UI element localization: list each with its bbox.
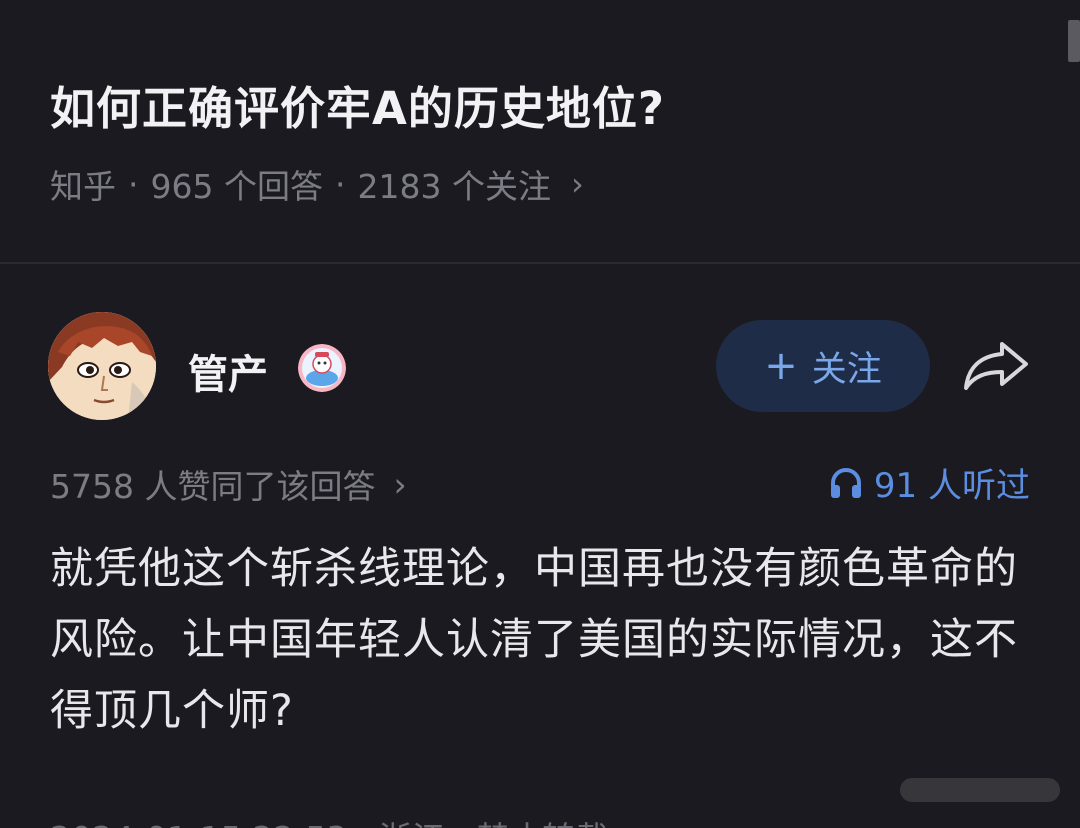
answer-footer-meta: 2024-01-15 22:53 · 浙江 · 禁止转载 bbox=[50, 812, 608, 828]
meta-separator: · bbox=[334, 164, 346, 204]
follow-label: 关注 bbox=[811, 349, 882, 390]
author-name[interactable]: 管产 bbox=[188, 342, 268, 400]
answers-count: 965 个回答 bbox=[150, 167, 323, 206]
followers-count: 2183 个关注 bbox=[357, 167, 551, 206]
headphones-icon bbox=[830, 467, 861, 498]
chevron-right-icon: › bbox=[393, 464, 407, 504]
answer-page: 如何正确评价牢A的历史地位? 知乎 · 965 个回答 · 2183 个关注 ›… bbox=[0, 0, 1080, 828]
creator-badge-icon bbox=[298, 344, 346, 392]
answer-text[interactable]: 就凭他这个斩杀线理论，中国再也没有颜色革命的风险。让中国年轻人认清了美国的实际情… bbox=[50, 534, 1040, 747]
votes-count[interactable]: 5758 人赞同了该回答 › bbox=[50, 460, 407, 508]
share-icon[interactable] bbox=[962, 336, 1032, 396]
listen-label: 91 人听过 bbox=[873, 466, 1030, 506]
question-title[interactable]: 如何正确评价牢A的历史地位? bbox=[50, 72, 665, 137]
divider bbox=[0, 262, 1080, 264]
scrollbar[interactable] bbox=[1068, 20, 1080, 62]
watermark bbox=[900, 770, 1060, 810]
chevron-right-icon: › bbox=[570, 165, 584, 203]
meta-separator: · bbox=[128, 164, 139, 204]
follow-button[interactable]: + 关注 bbox=[716, 320, 930, 412]
avatar[interactable] bbox=[48, 312, 156, 420]
votes-label: 5758 人赞同了该回答 bbox=[50, 467, 376, 506]
question-meta[interactable]: 知乎 · 965 个回答 · 2183 个关注 › bbox=[50, 160, 584, 208]
listen-count[interactable]: 91 人听过 bbox=[828, 458, 1030, 507]
plus-icon: + bbox=[764, 343, 798, 389]
source-label: 知乎 bbox=[50, 167, 116, 206]
